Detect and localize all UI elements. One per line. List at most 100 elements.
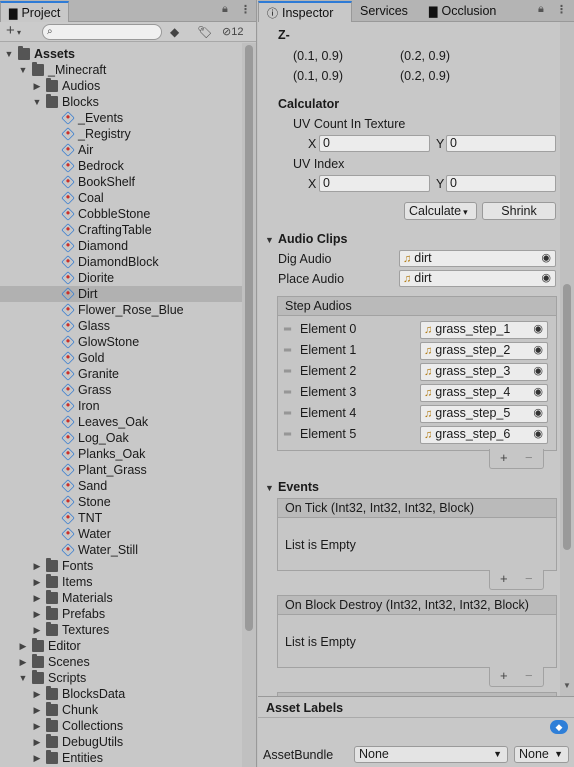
tree-asset[interactable]: Sand xyxy=(0,478,242,494)
tree-folder[interactable]: ▼ Assets xyxy=(0,46,242,62)
add-listener-button[interactable]: + xyxy=(500,668,508,683)
tree-asset[interactable]: BookShelf xyxy=(0,174,242,190)
expand-arrow-down-icon[interactable]: ▼ xyxy=(32,94,42,110)
tree-asset[interactable]: Gold xyxy=(0,350,242,366)
step-audio-field[interactable]: ♫ grass_step_6 ◉ xyxy=(420,426,548,444)
tree-folder[interactable]: ▶ Items xyxy=(0,574,242,590)
tree-folder[interactable]: ▶ Editor xyxy=(0,638,242,654)
tree-asset[interactable]: Dirt xyxy=(0,286,242,302)
expand-arrow-down-icon[interactable]: ▼ xyxy=(18,62,28,78)
object-picker-icon[interactable]: ◉ xyxy=(533,385,543,400)
uv-count-y-field[interactable]: 0 xyxy=(446,135,556,152)
object-picker-icon[interactable]: ◉ xyxy=(541,251,551,266)
expand-arrow-right-icon[interactable]: ▶ xyxy=(32,686,42,702)
tree-folder[interactable]: ▼ _Minecraft xyxy=(0,62,242,78)
remove-element-button[interactable]: − xyxy=(525,450,533,465)
add-asset-button[interactable]: + ▾ xyxy=(6,23,21,40)
asset-bundle-variant-dropdown[interactable]: None ▼ xyxy=(514,746,569,763)
add-listener-button[interactable]: + xyxy=(500,571,508,586)
place-audio-field[interactable]: ♫ dirt ◉ xyxy=(399,270,556,287)
expand-arrow-right-icon[interactable]: ▶ xyxy=(18,654,28,670)
tree-asset[interactable]: GlowStone xyxy=(0,334,242,350)
drag-handle-icon[interactable]: ═ xyxy=(284,324,294,336)
tree-folder[interactable]: ▶ Materials xyxy=(0,590,242,606)
lock-icon[interactable]: 🔒︎ xyxy=(222,3,228,16)
project-scrollbar-thumb[interactable] xyxy=(245,45,253,631)
tree-asset[interactable]: TNT xyxy=(0,510,242,526)
dig-audio-field[interactable]: ♫ dirt ◉ xyxy=(399,250,556,267)
object-picker-icon[interactable]: ◉ xyxy=(533,322,543,337)
tree-folder[interactable]: ▼ Scripts xyxy=(0,670,242,686)
tree-folder[interactable]: ▶ Scenes xyxy=(0,654,242,670)
drag-handle-icon[interactable]: ═ xyxy=(284,408,294,420)
expand-arrow-right-icon[interactable]: ▶ xyxy=(32,702,42,718)
tree-asset[interactable]: Stone xyxy=(0,494,242,510)
tree-folder[interactable]: ▶ DebugUtils xyxy=(0,734,242,750)
scroll-down-arrow-icon[interactable]: ▼ xyxy=(563,681,571,690)
tree-asset[interactable]: Plant_Grass xyxy=(0,462,242,478)
uv-index-y-field[interactable]: 0 xyxy=(446,175,556,192)
tree-folder[interactable]: ▶ Fonts xyxy=(0,558,242,574)
tree-asset[interactable]: Iron xyxy=(0,398,242,414)
tree-asset[interactable]: CobbleStone xyxy=(0,206,242,222)
tab-project[interactable]: ▇ Project xyxy=(0,1,70,22)
tab-inspector[interactable]: ⓘ Inspector xyxy=(258,1,352,22)
project-scrollbar[interactable] xyxy=(242,43,256,767)
tree-folder[interactable]: ▶ Prefabs xyxy=(0,606,242,622)
tree-asset[interactable]: Flower_Rose_Blue xyxy=(0,302,242,318)
object-picker-icon[interactable]: ◉ xyxy=(533,406,543,421)
uv-index-x-field[interactable]: 0 xyxy=(319,175,430,192)
tree-asset[interactable]: _Registry xyxy=(0,126,242,142)
drag-handle-icon[interactable]: ═ xyxy=(284,429,294,441)
tab-services[interactable]: Services xyxy=(352,1,416,22)
object-picker-icon[interactable]: ◉ xyxy=(533,427,543,442)
foldout-arrow-icon[interactable]: ▼ xyxy=(265,483,274,493)
calculate-button[interactable]: Calculate ▾ xyxy=(404,202,477,220)
tree-folder[interactable]: ▶ BlocksData xyxy=(0,686,242,702)
tree-asset[interactable]: CraftingTable xyxy=(0,222,242,238)
drag-handle-icon[interactable]: ═ xyxy=(284,387,294,399)
step-audio-field[interactable]: ♫ grass_step_1 ◉ xyxy=(420,321,548,339)
step-audio-field[interactable]: ♫ grass_step_5 ◉ xyxy=(420,405,548,423)
tree-folder[interactable]: ▼ Blocks xyxy=(0,94,242,110)
tree-folder[interactable]: ▶ Entities xyxy=(0,750,242,766)
remove-listener-button[interactable]: − xyxy=(525,571,533,586)
kebab-menu-icon[interactable]: ⋮ xyxy=(240,3,251,16)
filter-by-label-icon[interactable]: 🏷︎ xyxy=(197,24,212,40)
filter-by-type-icon[interactable]: ◆ xyxy=(170,24,179,40)
tree-asset[interactable]: Granite xyxy=(0,366,242,382)
drag-handle-icon[interactable]: ═ xyxy=(284,366,294,378)
inspector-scrollbar[interactable]: ▼ xyxy=(560,22,574,696)
expand-arrow-down-icon[interactable]: ▼ xyxy=(4,46,14,62)
expand-arrow-right-icon[interactable]: ▶ xyxy=(32,622,42,638)
expand-arrow-down-icon[interactable]: ▼ xyxy=(18,670,28,686)
step-audio-field[interactable]: ♫ grass_step_2 ◉ xyxy=(420,342,548,360)
uv-count-x-field[interactable]: 0 xyxy=(319,135,430,152)
lock-icon[interactable]: 🔒︎ xyxy=(538,3,544,16)
tree-folder[interactable]: ▶ Chunk xyxy=(0,702,242,718)
kebab-menu-icon[interactable]: ⋮ xyxy=(556,3,567,16)
tree-asset[interactable]: Bedrock xyxy=(0,158,242,174)
tree-folder[interactable]: ▶ Textures xyxy=(0,622,242,638)
search-input[interactable] xyxy=(43,26,161,40)
add-element-button[interactable]: + xyxy=(500,450,508,465)
inspector-scrollbar-thumb[interactable] xyxy=(563,284,571,550)
tree-asset[interactable]: DiamondBlock xyxy=(0,254,242,270)
foldout-arrow-icon[interactable]: ▼ xyxy=(265,235,274,245)
tree-asset[interactable]: Leaves_Oak xyxy=(0,414,242,430)
tree-asset[interactable]: Diamond xyxy=(0,238,242,254)
tree-asset[interactable]: Water_Still xyxy=(0,542,242,558)
tree-asset[interactable]: Planks_Oak xyxy=(0,446,242,462)
object-picker-icon[interactable]: ◉ xyxy=(533,364,543,379)
label-tag-icon[interactable]: ◆ xyxy=(550,720,568,734)
search-field[interactable]: ⌕ xyxy=(42,24,162,40)
tree-asset[interactable]: Diorite xyxy=(0,270,242,286)
asset-bundle-dropdown[interactable]: None ▼ xyxy=(354,746,508,763)
remove-listener-button[interactable]: − xyxy=(525,668,533,683)
tree-asset[interactable]: Grass xyxy=(0,382,242,398)
tree-asset[interactable]: _Events xyxy=(0,110,242,126)
tree-folder[interactable]: ▶ Collections xyxy=(0,718,242,734)
expand-arrow-right-icon[interactable]: ▶ xyxy=(32,574,42,590)
tab-occlusion[interactable]: ▇ Occlusion xyxy=(421,1,504,22)
hidden-packages-toggle[interactable]: ⊘12 xyxy=(222,24,243,40)
